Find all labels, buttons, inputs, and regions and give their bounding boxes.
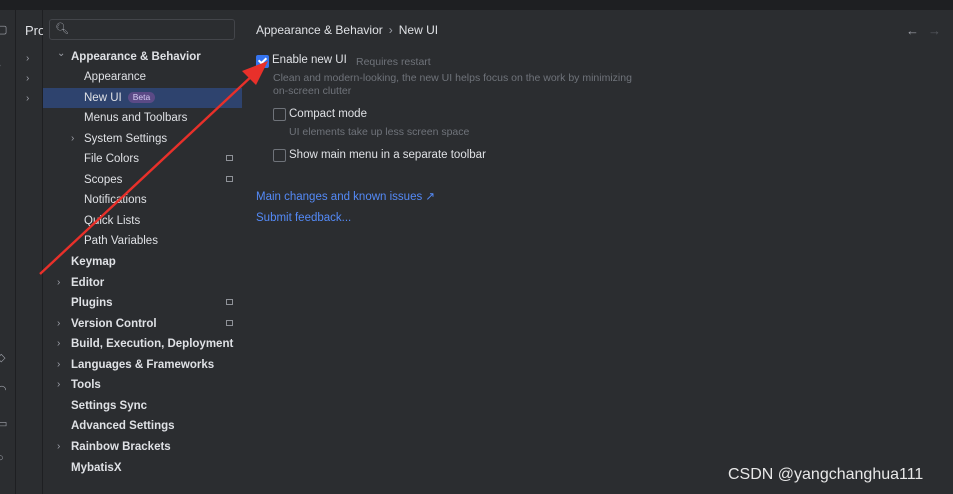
chevron-right-icon[interactable]: ›: [26, 73, 29, 84]
compact-mode-checkbox[interactable]: [273, 108, 286, 121]
tree-item[interactable]: ⌄ Appearance & Behavior: [43, 47, 242, 67]
breadcrumb-current: New UI: [398, 23, 439, 37]
tree-item[interactable]: › System Settings: [43, 129, 242, 149]
project-level-icon: [226, 155, 233, 162]
tree-item-label: MybatisX: [71, 461, 122, 474]
tool-window-bar: ▢ ◦ · ◇ ◠ ▭ ○: [0, 10, 16, 494]
breadcrumb: Appearance & Behavior › New UI: [256, 23, 438, 37]
submit-feedback-link[interactable]: Submit feedback...: [256, 212, 351, 224]
compact-mode-description: UI elements take up less screen space: [289, 126, 470, 138]
tree-item[interactable]: Menus and Toolbars: [43, 108, 242, 128]
tree-item-label: File Colors: [84, 153, 139, 166]
tree-item-label: Appearance & Behavior: [71, 50, 201, 63]
tree-item-label: Scopes: [84, 173, 123, 186]
tree-item[interactable]: › Rainbow Brackets: [43, 437, 242, 457]
tree-item-label: Advanced Settings: [71, 420, 175, 433]
beta-badge: Beta: [127, 91, 156, 103]
tree-item[interactable]: Quick Lists: [43, 211, 242, 231]
tree-item[interactable]: › Build, Execution, Deployment: [43, 334, 242, 354]
settings-content: Appearance & Behavior › New UI ← → Enable …: [242, 10, 953, 494]
window-top-strip: [0, 0, 953, 10]
tree-item-label: Notifications: [84, 194, 147, 207]
project-level-icon: [226, 299, 233, 306]
tree-item[interactable]: File Colors: [43, 149, 242, 169]
services-icon[interactable]: ◇: [0, 352, 9, 364]
commit-icon[interactable]: ◦: [0, 60, 9, 72]
tree-item[interactable]: Scopes: [43, 170, 242, 190]
enable-new-ui-description-line2: on-screen clutter: [273, 85, 352, 97]
chevron-right-icon[interactable]: ›: [57, 314, 60, 334]
enable-new-ui-checkbox[interactable]: [256, 55, 269, 68]
tree-item[interactable]: Path Variables: [43, 231, 242, 251]
tree-item[interactable]: New UI Beta: [43, 87, 242, 108]
main-menu-toolbar-checkbox[interactable]: [273, 149, 286, 162]
chevron-right-icon[interactable]: ›: [57, 437, 60, 457]
settings-search-input[interactable]: 🔍︎: [49, 19, 235, 40]
tree-item-label: New UI: [84, 91, 122, 104]
search-icon: 🔍︎: [55, 23, 69, 35]
requires-restart-note: Requires restart: [356, 56, 431, 68]
tree-item[interactable]: Keymap: [43, 252, 242, 272]
chevron-right-icon[interactable]: ›: [26, 53, 29, 64]
tree-item[interactable]: › Tools: [43, 375, 242, 395]
tree-item[interactable]: Plugins: [43, 293, 242, 313]
tree-item-label: Menus and Toolbars: [84, 112, 188, 125]
tree-item-label: Rainbow Brackets: [71, 440, 171, 453]
tree-item[interactable]: › Languages & Frameworks: [43, 355, 242, 375]
tree-item-label: Languages & Frameworks: [71, 358, 215, 371]
tree-item[interactable]: Appearance: [43, 67, 242, 87]
tree-item-label: Keymap: [71, 256, 116, 268]
project-level-icon: [226, 175, 233, 182]
chevron-right-icon[interactable]: ›: [71, 129, 74, 149]
main-changes-link[interactable]: Main changes and known issues ↗: [256, 189, 435, 203]
breadcrumb-separator: ›: [388, 23, 393, 37]
chevron-right-icon[interactable]: ›: [26, 93, 29, 104]
enable-new-ui-description-line1: Clean and modern-looking, the new UI hel…: [273, 72, 632, 84]
enable-new-ui-label[interactable]: Enable new UI: [272, 54, 347, 66]
breadcrumb-parent[interactable]: Appearance & Behavior: [256, 23, 383, 37]
forward-arrow-icon[interactable]: →: [928, 23, 941, 38]
tree-item-label: Build, Execution, Deployment: [71, 338, 234, 351]
settings-sidebar: 🔍︎ ⌄ Appearance & Behavior Appearance New U…: [43, 10, 242, 494]
tree-item-label: Tools: [71, 379, 101, 392]
tree-item[interactable]: › Version Control: [43, 314, 242, 334]
tree-item[interactable]: Notifications: [43, 190, 242, 210]
tree-item-label: Plugins: [71, 297, 113, 310]
problems-icon[interactable]: ◠: [0, 384, 9, 396]
structure-icon[interactable]: ·: [0, 90, 9, 102]
chevron-right-icon[interactable]: ›: [57, 273, 60, 293]
tree-item[interactable]: MybatisX: [43, 458, 242, 478]
tree-item-label: Quick Lists: [84, 214, 141, 227]
chevron-right-icon[interactable]: ›: [57, 334, 60, 354]
chevron-right-icon[interactable]: ›: [57, 375, 60, 395]
back-arrow-icon[interactable]: ←: [906, 23, 919, 38]
chevron-right-icon[interactable]: ›: [57, 355, 60, 375]
project-icon[interactable]: ▢: [0, 24, 9, 36]
tree-item-label: System Settings: [84, 132, 168, 145]
tree-item[interactable]: Settings Sync: [43, 396, 242, 416]
chevron-down-icon[interactable]: ⌄: [57, 44, 65, 64]
tree-item-label: Path Variables: [84, 235, 158, 248]
tree-item-label: Editor: [71, 276, 105, 289]
compact-mode-label[interactable]: Compact mode: [289, 108, 367, 120]
tree-item-label: Version Control: [71, 317, 157, 330]
git-icon[interactable]: ○: [0, 452, 9, 464]
project-pane: Pro › › ›: [16, 10, 45, 494]
main-menu-toolbar-label[interactable]: Show main menu in a separate toolbar: [289, 149, 486, 161]
watermark: CSDN @yangchanghua111: [728, 466, 924, 483]
project-level-icon: [226, 319, 233, 326]
tree-item[interactable]: Advanced Settings: [43, 416, 242, 436]
tree-item[interactable]: › Editor: [43, 273, 242, 293]
tree-item-label-group: New UI Beta: [84, 88, 156, 108]
tree-item-label: Appearance: [84, 71, 147, 84]
tree-item-label: Settings Sync: [71, 399, 148, 412]
terminal-icon[interactable]: ▭: [0, 418, 9, 430]
